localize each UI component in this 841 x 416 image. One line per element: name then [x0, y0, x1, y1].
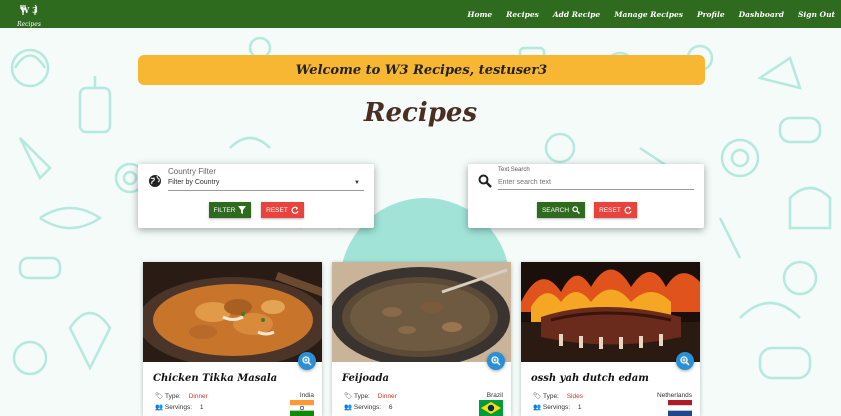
welcome-banner: Welcome to W3 Recipes, testuser3	[138, 55, 705, 85]
country-select[interactable]: Filter by Country ▼	[168, 178, 364, 191]
magnifier-icon	[572, 206, 581, 214]
recipe-image	[332, 262, 511, 362]
tag-icon: 🏷	[533, 393, 542, 400]
refresh-icon	[624, 206, 632, 214]
recipe-servings: 👥 Servings: 1	[155, 403, 203, 411]
recipe-card[interactable]: Feijoada 🏷 Type: Dinner 👥 Servings: 6 Br…	[332, 262, 511, 416]
search-button[interactable]: Search	[537, 202, 585, 218]
recipe-title: ossh yah dutch edam	[531, 373, 649, 384]
nav-dashboard[interactable]: Dashboard	[739, 10, 784, 19]
recipe-country: India	[299, 392, 314, 399]
text-search-card: Text Search Search Reset	[468, 164, 704, 228]
search-button-label: Search	[541, 206, 570, 214]
type-label: Type:	[542, 393, 559, 400]
search-icon	[478, 174, 492, 188]
filter-button[interactable]: Filter	[209, 202, 251, 218]
logo-text: Recipes	[17, 21, 41, 28]
zoom-in-icon	[491, 356, 501, 366]
type-value: Dinner	[188, 393, 208, 400]
recipe-servings: 👥 Servings: 6	[344, 403, 392, 411]
nav-links: Home Recipes Add Recipe Manage Recipes P…	[453, 0, 835, 28]
recipe-type: 🏷 Type: Dinner	[344, 392, 397, 400]
users-icon: 👥	[155, 404, 164, 411]
recipe-type: 🏷 Type: Sides	[533, 392, 583, 400]
servings-label: Servings:	[542, 404, 571, 411]
filter-button-label: Filter	[213, 206, 236, 214]
recipe-servings: 👥 Servings: 1	[533, 403, 581, 411]
recipe-card[interactable]: ossh yah dutch edam 🏷 Type: Sides 👥 Serv…	[521, 262, 700, 416]
servings-value: 1	[199, 404, 204, 411]
search-reset-button[interactable]: Reset	[594, 202, 637, 218]
country-reset-label: Reset	[266, 206, 288, 214]
nav-sign-out[interactable]: Sign Out	[798, 10, 835, 19]
servings-value: 6	[388, 404, 393, 411]
netherlands-flag-icon	[668, 400, 692, 416]
caret-down-icon: ▼	[354, 180, 360, 186]
text-search-label: Text Search	[498, 167, 530, 173]
country-filter-card: Country Filter Filter by Country ▼ Filte…	[138, 164, 374, 228]
recipe-title: Chicken Tikka Masala	[153, 373, 278, 384]
tag-icon: 🏷	[344, 393, 353, 400]
recipe-country: Netherlands	[656, 392, 692, 399]
search-input[interactable]	[498, 176, 694, 190]
country-filter-label: Country Filter	[168, 167, 217, 176]
nav-add-recipe[interactable]: Add Recipe	[553, 10, 600, 19]
users-icon: 👥	[533, 404, 542, 411]
nav-home[interactable]: Home	[467, 10, 492, 19]
type-value: Dinner	[377, 393, 397, 400]
nav-recipes[interactable]: Recipes	[506, 10, 539, 19]
zoom-in-icon	[302, 356, 312, 366]
logo-mark: W 3	[19, 5, 38, 15]
site-logo[interactable]: W 3 Recipes	[14, 3, 44, 28]
servings-value: 1	[577, 404, 582, 411]
recipe-country: Brazil	[486, 392, 503, 399]
recipe-image	[521, 262, 700, 362]
tag-icon: 🏷	[155, 393, 164, 400]
recipe-image	[143, 262, 322, 362]
users-icon: 👥	[344, 404, 353, 411]
page-title: Recipes	[363, 98, 478, 128]
recipe-type: 🏷 Type: Dinner	[155, 392, 208, 400]
country-reset-button[interactable]: Reset	[261, 202, 304, 218]
recipe-card[interactable]: Chicken Tikka Masala 🏷 Type: Dinner 👥 Se…	[143, 262, 322, 416]
country-select-value: Filter by Country	[168, 179, 220, 186]
type-value: Sides	[566, 393, 583, 400]
zoom-button[interactable]	[298, 352, 316, 370]
type-label: Type:	[164, 393, 181, 400]
recipe-title: Feijoada	[342, 373, 389, 384]
navbar: W 3 Recipes Home Recipes Add Recipe Mana…	[0, 0, 841, 28]
nav-profile[interactable]: Profile	[697, 10, 725, 19]
zoom-button[interactable]	[676, 352, 694, 370]
zoom-button[interactable]	[487, 352, 505, 370]
funnel-icon	[238, 206, 247, 214]
brazil-flag-icon	[479, 400, 503, 416]
fork-knife-icon: W 3	[19, 4, 38, 15]
servings-label: Servings:	[164, 404, 193, 411]
type-label: Type:	[353, 393, 370, 400]
search-reset-label: Reset	[599, 206, 621, 214]
india-flag-icon	[290, 400, 314, 416]
nav-manage-recipes[interactable]: Manage Recipes	[614, 10, 683, 19]
servings-label: Servings:	[353, 404, 382, 411]
zoom-in-icon	[680, 356, 690, 366]
refresh-icon	[291, 206, 299, 214]
globe-icon	[149, 175, 161, 187]
